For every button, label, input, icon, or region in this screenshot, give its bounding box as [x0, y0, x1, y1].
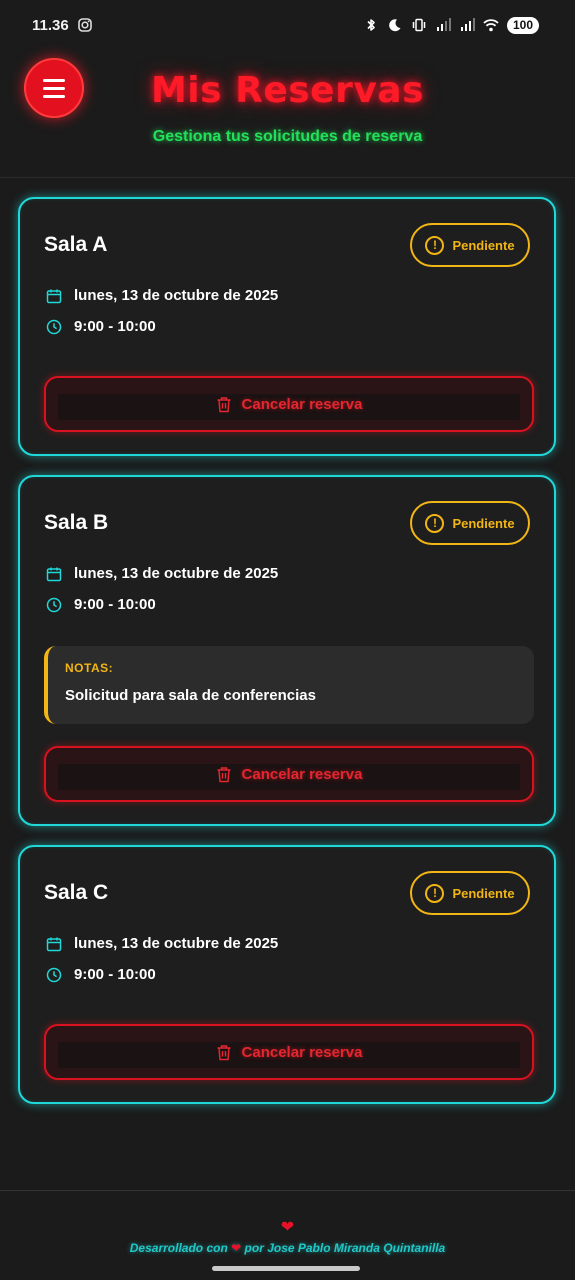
calendar-icon — [46, 937, 62, 951]
notes-text: Solicitud para sala de conferencias — [65, 687, 316, 704]
notes-box: NOTAS: Solicitud para sala de conferenci… — [44, 646, 534, 724]
bluetooth-icon — [367, 19, 375, 31]
cancel-reservation-button[interactable]: Cancelar reserva — [44, 746, 534, 802]
cancel-reservation-button[interactable]: Cancelar reserva — [44, 376, 534, 432]
alert-circle-icon: ! — [425, 235, 445, 255]
cancel-label: Cancelar reserva — [241, 765, 363, 783]
time-row: 9:00 - 10:00 — [46, 596, 156, 613]
home-indicator[interactable] — [212, 1266, 360, 1271]
footer-credit: Desarrollado con ❤ por Jose Pablo Mirand… — [0, 1241, 575, 1255]
wifi-icon — [483, 19, 499, 32]
calendar-icon — [46, 289, 62, 303]
status-label: Pendiente — [452, 515, 515, 531]
heart-icon: ❤ — [231, 1241, 242, 1255]
signal-icon-2 — [460, 18, 475, 31]
time-row: 9:00 - 10:00 — [46, 966, 156, 983]
status-left: 11.36 — [32, 17, 93, 34]
cancel-button-content: Cancelar reserva — [216, 395, 363, 413]
status-badge: ! Pendiente — [410, 501, 530, 545]
status-time: 11.36 — [32, 16, 69, 34]
calendar-icon — [46, 567, 62, 581]
instagram-icon — [77, 18, 92, 32]
reservation-card: Sala C ! Pendiente lunes, 13 de octubre … — [18, 845, 556, 1104]
battery-level: 100 — [506, 16, 539, 34]
cancel-reservation-button[interactable]: Cancelar reserva — [44, 1024, 534, 1080]
notes-label: NOTAS: — [65, 661, 114, 675]
clock-icon — [46, 319, 62, 334]
status-badge: ! Pendiente — [410, 871, 530, 915]
status-right: 100 — [363, 16, 539, 34]
cancel-button-content: Cancelar reserva — [216, 1043, 363, 1061]
date-row: lunes, 13 de octubre de 2025 — [46, 935, 278, 952]
room-name: Sala B — [44, 511, 109, 534]
date-row: lunes, 13 de octubre de 2025 — [46, 287, 278, 304]
room-name: Sala A — [44, 233, 108, 256]
cancel-label: Cancelar reserva — [241, 1043, 363, 1061]
signal-icon-1 — [436, 18, 451, 31]
trash-icon — [217, 1044, 231, 1060]
time-row: 9:00 - 10:00 — [46, 318, 156, 335]
app-header: Mis Reservas Gestiona tus solicitudes de… — [0, 50, 575, 178]
alert-circle-icon: ! — [425, 883, 445, 903]
date-text: lunes, 13 de octubre de 2025 — [74, 565, 279, 582]
reservation-card: Sala A ! Pendiente lunes, 13 de octubre … — [18, 197, 556, 456]
cancel-label: Cancelar reserva — [241, 395, 363, 413]
status-label: Pendiente — [452, 237, 515, 253]
trash-icon — [217, 396, 231, 412]
vibrate-icon — [412, 18, 426, 32]
heart-icon: ❤ — [280, 1219, 295, 1236]
date-row: lunes, 13 de octubre de 2025 — [46, 565, 278, 582]
clock-icon — [46, 597, 62, 612]
page-subtitle: Gestiona tus solicitudes de reserva — [152, 128, 423, 145]
reservation-card: Sala B ! Pendiente lunes, 13 de octubre … — [18, 475, 556, 826]
clock-icon — [46, 967, 62, 982]
date-text: lunes, 13 de octubre de 2025 — [74, 935, 279, 952]
footer-text-before: Desarrollado con — [129, 1241, 228, 1255]
time-text: 9:00 - 10:00 — [74, 966, 156, 983]
time-text: 9:00 - 10:00 — [74, 318, 156, 335]
cancel-button-content: Cancelar reserva — [216, 765, 363, 783]
time-text: 9:00 - 10:00 — [74, 596, 156, 613]
date-text: lunes, 13 de octubre de 2025 — [74, 287, 279, 304]
footer-text-after: por Jose Pablo Miranda Quintanilla — [244, 1241, 446, 1255]
trash-icon — [217, 766, 231, 782]
status-badge: ! Pendiente — [410, 223, 530, 267]
alert-circle-icon: ! — [425, 513, 445, 533]
room-name: Sala C — [44, 881, 109, 904]
page-title: Mis Reservas — [150, 70, 425, 111]
status-label: Pendiente — [452, 885, 515, 901]
status-bar: 11.36 100 — [0, 0, 575, 50]
moon-icon — [389, 19, 401, 32]
